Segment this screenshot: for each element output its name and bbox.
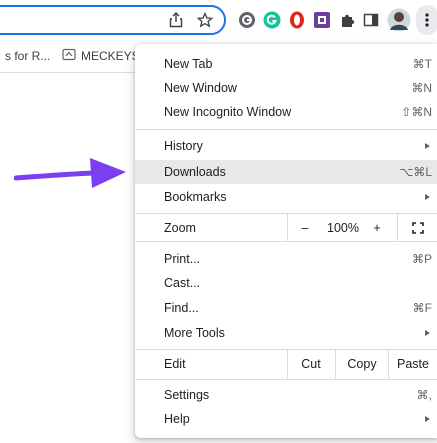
- menu-item-new-window[interactable]: New Window ⌘N: [135, 76, 437, 100]
- menu-item-history[interactable]: History: [135, 134, 437, 158]
- zoom-row: Zoom – 100% +: [135, 216, 437, 240]
- bookmark-folder-icon: [62, 48, 76, 64]
- fullscreen-icon[interactable]: [403, 216, 433, 240]
- zoom-level: 100%: [327, 221, 359, 235]
- chrome-main-menu: New Tab ⌘T New Window ⌘N New Incognito W…: [135, 44, 437, 438]
- submenu-arrow-icon: [425, 143, 430, 149]
- menu-item-label: History: [164, 139, 203, 153]
- menu-item-label: New Tab: [164, 57, 213, 71]
- menu-item-shortcut: ⌥⌘L: [399, 165, 432, 179]
- menu-item-shortcut: ⇧⌘N: [401, 105, 432, 119]
- menu-item-label: New Incognito Window: [164, 105, 292, 119]
- share-icon[interactable]: [165, 9, 187, 31]
- submenu-arrow-icon: [425, 330, 430, 336]
- edit-divider: [388, 349, 389, 379]
- menu-item-new-incognito-window[interactable]: New Incognito Window ⇧⌘N: [135, 100, 437, 124]
- star-icon[interactable]: [194, 9, 216, 31]
- menu-item-cast[interactable]: Cast...: [135, 271, 437, 295]
- bookmark-item[interactable]: MECKEYS: [81, 49, 140, 63]
- menu-divider: [135, 379, 437, 380]
- cut-button[interactable]: Cut: [287, 352, 335, 376]
- menu-item-shortcut: ⌘P: [411, 252, 432, 266]
- menu-item-label: Settings: [164, 388, 210, 402]
- menu-divider: [135, 349, 437, 350]
- menu-item-more-tools[interactable]: More Tools: [135, 321, 437, 345]
- sidebar-icon[interactable]: [360, 9, 382, 31]
- submenu-arrow-icon: [425, 416, 430, 422]
- menu-item-shortcut: ⌘T: [412, 57, 432, 71]
- edit-divider: [335, 349, 336, 379]
- menu-divider: [135, 213, 437, 214]
- menu-item-shortcut: ⌘F: [412, 301, 432, 315]
- bookmark-item[interactable]: s for R...: [5, 49, 50, 63]
- menu-divider: [135, 241, 437, 242]
- menu-item-settings[interactable]: Settings ⌘,: [135, 383, 437, 407]
- edit-row: Edit Cut Copy Paste: [135, 352, 437, 376]
- menu-item-find[interactable]: Find... ⌘F: [135, 296, 437, 320]
- puzzle-icon[interactable]: [336, 9, 358, 31]
- menu-item-label: Print...: [164, 252, 201, 266]
- menu-item-print[interactable]: Print... ⌘P: [135, 247, 437, 271]
- menu-dots-icon[interactable]: [416, 5, 437, 35]
- edit-label: Edit: [164, 357, 186, 371]
- paste-button[interactable]: Paste: [389, 352, 437, 376]
- zoom-divider: [397, 213, 398, 241]
- submenu-arrow-icon: [425, 194, 430, 200]
- menu-item-bookmarks[interactable]: Bookmarks: [135, 185, 437, 209]
- menu-item-help[interactable]: Help: [135, 407, 437, 431]
- menu-item-label: Bookmarks: [164, 190, 227, 204]
- menu-item-shortcut: ⌘,: [416, 388, 432, 402]
- arrow-annotation-icon: [14, 158, 126, 188]
- menu-item-shortcut: ⌘N: [411, 81, 432, 95]
- edit-divider: [287, 349, 288, 379]
- menu-item-label: Cast...: [164, 276, 201, 290]
- menu-item-label: Find...: [164, 301, 199, 315]
- copy-button[interactable]: Copy: [336, 352, 388, 376]
- extension-g-icon[interactable]: [236, 9, 258, 31]
- profile-avatar[interactable]: [386, 6, 412, 34]
- zoom-label: Zoom: [164, 221, 196, 235]
- zoom-divider: [287, 213, 288, 241]
- menu-item-new-tab[interactable]: New Tab ⌘T: [135, 52, 437, 76]
- menu-item-label: New Window: [164, 81, 237, 95]
- address-bar[interactable]: [0, 5, 226, 35]
- menu-item-label: More Tools: [164, 326, 225, 340]
- menu-item-label: Downloads: [164, 165, 226, 179]
- grammarly-icon[interactable]: [261, 9, 283, 31]
- zoom-in-button[interactable]: +: [365, 216, 389, 240]
- browser-toolbar: [0, 0, 437, 40]
- menu-item-label: Help: [164, 412, 190, 426]
- ext-box-icon[interactable]: [311, 9, 333, 31]
- menu-item-downloads[interactable]: Downloads ⌥⌘L: [135, 160, 437, 184]
- menu-divider: [135, 129, 437, 130]
- opera-icon[interactable]: [286, 9, 308, 31]
- zoom-out-button[interactable]: –: [293, 216, 317, 240]
